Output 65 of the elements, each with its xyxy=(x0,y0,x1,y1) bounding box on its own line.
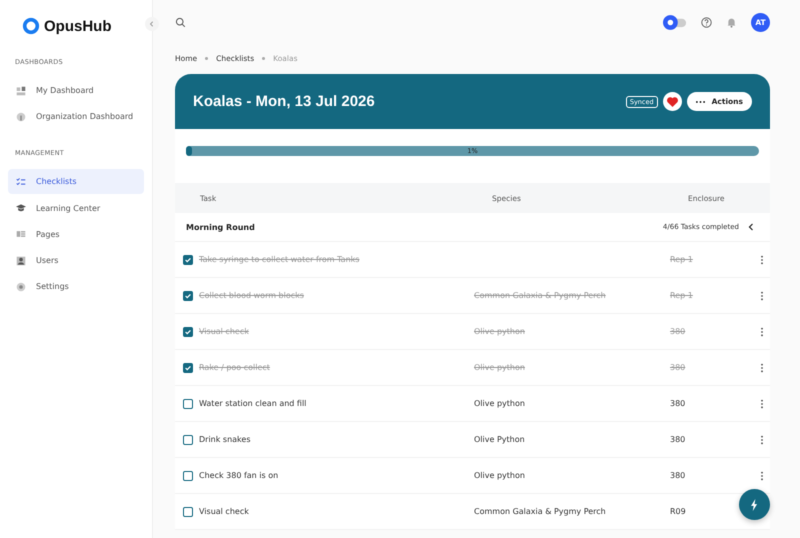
checkbox[interactable] xyxy=(183,362,193,372)
task-name: Visual check xyxy=(199,507,249,516)
species-name: Common Galaxia & Pygmy Perch xyxy=(474,507,606,516)
species-name: Common Galaxia & Pygmy Perch xyxy=(474,291,606,300)
chevron-left-icon xyxy=(149,21,155,27)
pages-icon xyxy=(16,229,26,240)
enclosure-name: 380 xyxy=(670,471,686,480)
checkbox[interactable] xyxy=(183,290,193,300)
task-name: Visual check xyxy=(199,327,249,336)
task-name: Rake / poo collect xyxy=(199,363,270,372)
checkbox[interactable] xyxy=(183,434,193,444)
dashboard-icon xyxy=(16,86,26,96)
task-name: Collect blood worm blocks xyxy=(199,291,304,300)
enclosure-name: 380 xyxy=(670,435,686,444)
nav-item[interactable]: Checklists xyxy=(8,169,144,194)
checklist-icon xyxy=(16,176,26,187)
more-options-icon[interactable] xyxy=(760,398,764,408)
nav-item[interactable]: Pages xyxy=(8,222,144,247)
more-options-icon[interactable] xyxy=(760,362,764,372)
enclosure-name: 380 xyxy=(670,327,686,336)
nav-item[interactable]: Users xyxy=(8,248,144,274)
task-name: Water station clean and fill xyxy=(199,399,306,408)
checklist-title: Koalas - Mon, 13 Jul 2026 xyxy=(193,93,375,110)
theme-toggle-icon[interactable] xyxy=(663,14,687,30)
enclosure-name: R09 xyxy=(670,507,686,516)
checkbox[interactable] xyxy=(183,398,193,408)
task-name: Check 380 fan is on xyxy=(199,471,278,480)
species-name: Olive python xyxy=(474,471,525,480)
graduation-cap-icon xyxy=(16,203,26,214)
logo-ring-icon xyxy=(22,17,40,35)
globe-icon xyxy=(16,112,26,122)
enclosure-name: Rep 1 xyxy=(670,291,693,300)
brand-name: OpusHub xyxy=(44,18,112,34)
nav-item[interactable]: My Dashboard xyxy=(8,78,144,103)
checkbox[interactable] xyxy=(183,326,193,336)
enclosure-name: Rep 1 xyxy=(670,255,693,264)
more-options-icon[interactable] xyxy=(760,326,764,336)
enclosure-name: 380 xyxy=(670,363,686,372)
checkbox[interactable] xyxy=(183,254,193,264)
breadcrumb-separator xyxy=(205,56,208,60)
help-icon[interactable] xyxy=(701,16,712,28)
favorite-button[interactable] xyxy=(662,92,682,111)
more-options-icon[interactable] xyxy=(760,470,764,480)
species-name: Olive python xyxy=(474,399,525,408)
task-name: Drink snakes xyxy=(199,435,250,444)
checkbox[interactable] xyxy=(183,506,193,516)
lightning-icon xyxy=(750,498,759,510)
nav-item[interactable]: Organization Dashboard xyxy=(8,104,144,130)
more-options-icon[interactable] xyxy=(760,254,764,264)
species-name: Olive python xyxy=(474,327,525,336)
user-icon xyxy=(16,256,26,266)
enclosure-name: 380 xyxy=(670,399,686,408)
species-name: Olive python xyxy=(474,363,525,372)
checkbox[interactable] xyxy=(183,470,193,480)
group-title: Morning Round xyxy=(186,222,256,232)
species-name: Olive Python xyxy=(474,435,525,444)
task-name: Take syringe to collect water from Tanks xyxy=(199,255,360,264)
nav-item[interactable]: Learning Center xyxy=(8,196,144,221)
more-options-icon[interactable] xyxy=(760,434,764,444)
search-icon[interactable] xyxy=(175,16,186,28)
more-options-icon[interactable] xyxy=(760,290,764,300)
collapse-chevron-icon[interactable] xyxy=(748,223,754,231)
nav-item[interactable]: Settings xyxy=(8,274,144,300)
breadcrumb-separator xyxy=(262,56,266,60)
settings-icon xyxy=(16,282,26,292)
